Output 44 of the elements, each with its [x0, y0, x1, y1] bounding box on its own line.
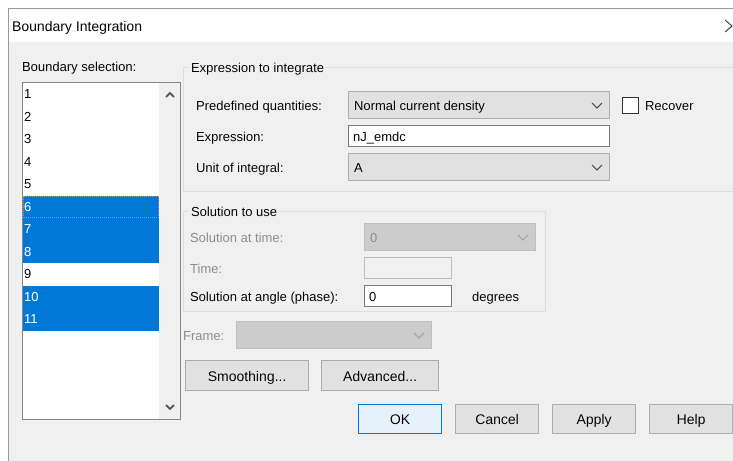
chevron-down-icon	[413, 332, 426, 338]
list-item[interactable]: 1	[23, 83, 159, 106]
list-item[interactable]: 7	[23, 218, 159, 240]
action-button[interactable]: Smoothing...	[185, 360, 309, 391]
field-label: Unit of integral:	[196, 160, 284, 174]
group-title: Solution to use	[190, 204, 278, 219]
list-item[interactable]: 8	[23, 240, 159, 263]
field-label: Time:	[190, 260, 224, 276]
dialog-button[interactable]: Help	[649, 404, 733, 434]
scrollbar[interactable]	[159, 83, 180, 419]
list-item[interactable]: 6	[23, 196, 159, 218]
list-item[interactable]: 9	[23, 263, 159, 286]
chevron-down-icon	[591, 164, 603, 170]
input-field[interactable]: 0	[364, 285, 452, 307]
quantity-dropdown[interactable]: Normal current density	[348, 91, 610, 119]
list-item[interactable]: 4	[23, 150, 159, 173]
list-item[interactable]: 10	[23, 286, 159, 308]
field-label: Predefined quantities:	[196, 98, 323, 112]
dialog-button[interactable]: Cancel	[455, 404, 539, 434]
group-title: Expression to integrate	[190, 60, 325, 75]
unit-label: degrees	[472, 288, 520, 304]
list-item[interactable]: 2	[23, 106, 159, 128]
action-button[interactable]: Advanced...	[321, 360, 439, 391]
unit-dropdown[interactable]: A	[348, 153, 610, 181]
window-title: Boundary Integration	[12, 18, 142, 34]
expression-field[interactable]: nJ_emdc	[348, 125, 610, 147]
dialog-button[interactable]: OK	[358, 404, 442, 434]
list-item[interactable]: 3	[23, 128, 159, 150]
scroll-up-icon	[164, 91, 174, 98]
field-label: Expression:	[196, 128, 265, 144]
boundary-list[interactable]: 1 2 3 4 5 6 7 8 9 10 11	[22, 82, 181, 420]
checkbox-label: Recover	[645, 98, 694, 112]
chevron-down-icon	[517, 234, 529, 240]
field-label: Frame:	[183, 328, 224, 342]
dialog-button[interactable]: Apply	[552, 404, 636, 434]
scroll-down-icon	[164, 404, 174, 411]
chevron-down-icon	[591, 102, 603, 108]
field-label: Solution at time:	[190, 230, 284, 244]
list-item[interactable]: 5	[23, 173, 159, 196]
recover-checkbox[interactable]	[622, 96, 639, 114]
list-item[interactable]: 11	[23, 308, 159, 330]
field-label: Solution at angle (phase):	[190, 288, 340, 304]
list-label: Boundary selection:	[22, 59, 138, 74]
close-icon[interactable]	[725, 18, 733, 32]
